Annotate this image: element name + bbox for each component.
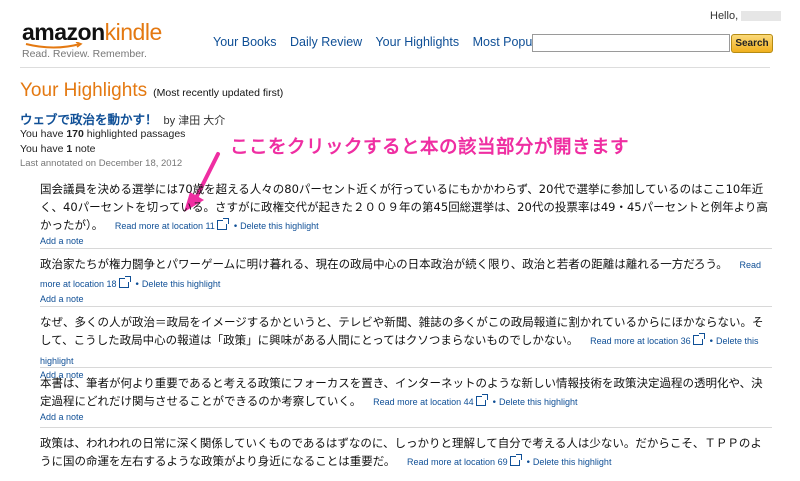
- external-link-icon[interactable]: [509, 454, 522, 466]
- header: amazonkindle Read. Review. Remember. You…: [0, 0, 800, 70]
- highlight-divider: [40, 306, 772, 307]
- logo-kindle-text: kindle: [104, 19, 163, 45]
- external-link-icon[interactable]: [692, 333, 705, 345]
- redacted-username: [741, 11, 782, 22]
- delete-highlight-link[interactable]: Delete this highlight: [142, 279, 221, 289]
- notes-count: You have 1 note: [20, 143, 96, 155]
- delete-highlight-link[interactable]: Delete this highlight: [240, 221, 319, 231]
- nav-daily-review[interactable]: Daily Review: [290, 35, 362, 49]
- read-more-link[interactable]: Read more at location 11: [115, 221, 215, 231]
- highlight-text: 政策は、われわれの日常に深く関係していくものであるはずなのに、しっかりと理解して…: [40, 436, 762, 468]
- highlight-item: 国会議員を決める選挙には70歳を超える人々の80パーセント近くが行っているにもか…: [40, 180, 772, 247]
- page-subtitle: (Most recently updated first): [153, 87, 284, 99]
- page-title-text: Your Highlights: [20, 80, 148, 101]
- last-annotated: Last annotated on December 18, 2012: [20, 158, 183, 169]
- highlight-divider: [40, 427, 772, 428]
- user-greeting: Hello,: [710, 10, 782, 22]
- nav-your-highlights[interactable]: Your Highlights: [375, 35, 459, 49]
- external-link-icon[interactable]: [118, 276, 131, 288]
- highlight-text: 政治家たちが権力闘争とパワーゲームに明け暮れる、現在の政局中心の日本政治が続く限…: [40, 257, 728, 271]
- greeting-text: Hello,: [710, 10, 739, 22]
- book-header: ウェブで政治を動かす！ by 津田 大介: [20, 109, 225, 129]
- book-title-link[interactable]: ウェブで政治を動かす！: [20, 113, 158, 127]
- page-title: Your Highlights (Most recently updated fi…: [20, 80, 283, 102]
- main-nav: Your Books Daily Review Your Highlights …: [213, 35, 556, 49]
- highlight-divider: [40, 367, 772, 368]
- book-author: by 津田 大介: [163, 115, 226, 127]
- passages-count: You have 170 highlighted passages: [20, 128, 186, 140]
- add-note-link[interactable]: Add a note: [40, 294, 772, 305]
- add-note-link[interactable]: Add a note: [40, 236, 772, 247]
- amazon-smile-icon: [25, 42, 83, 49]
- highlight-divider: [40, 248, 772, 249]
- read-more-link[interactable]: Read more at location 69: [407, 457, 508, 467]
- nav-your-books[interactable]: Your Books: [213, 35, 276, 49]
- search-button[interactable]: Search: [731, 34, 773, 53]
- highlight-item: なぜ、多くの人が政治＝政局をイメージするかというと、テレビや新聞、雑誌の多くがこ…: [40, 313, 772, 381]
- header-divider: [20, 67, 770, 68]
- delete-highlight-link[interactable]: Delete this highlight: [499, 397, 578, 407]
- amazon-kindle-logo[interactable]: amazonkindle Read. Review. Remember.: [22, 20, 162, 60]
- highlight-item: 政治家たちが権力闘争とパワーゲームに明け暮れる、現在の政局中心の日本政治が続く限…: [40, 255, 772, 305]
- external-link-icon[interactable]: [475, 394, 488, 406]
- delete-highlight-link[interactable]: Delete this highlight: [533, 457, 612, 467]
- highlight-item: 政策は、われわれの日常に深く関係していくものであるはずなのに、しっかりと理解して…: [40, 436, 762, 468]
- annotation-callout: ここをクリックすると本の該当部分が開きます: [230, 137, 630, 158]
- highlight-item: 本書は、筆者が何より重要であると考える政策にフォーカスを置き、インターネットのよ…: [40, 374, 772, 423]
- search-input[interactable]: [532, 34, 730, 52]
- read-more-link[interactable]: Read more at location 36: [590, 336, 691, 346]
- add-note-link[interactable]: Add a note: [40, 412, 772, 423]
- read-more-link[interactable]: Read more at location 44: [373, 397, 474, 407]
- external-link-icon[interactable]: [216, 218, 229, 230]
